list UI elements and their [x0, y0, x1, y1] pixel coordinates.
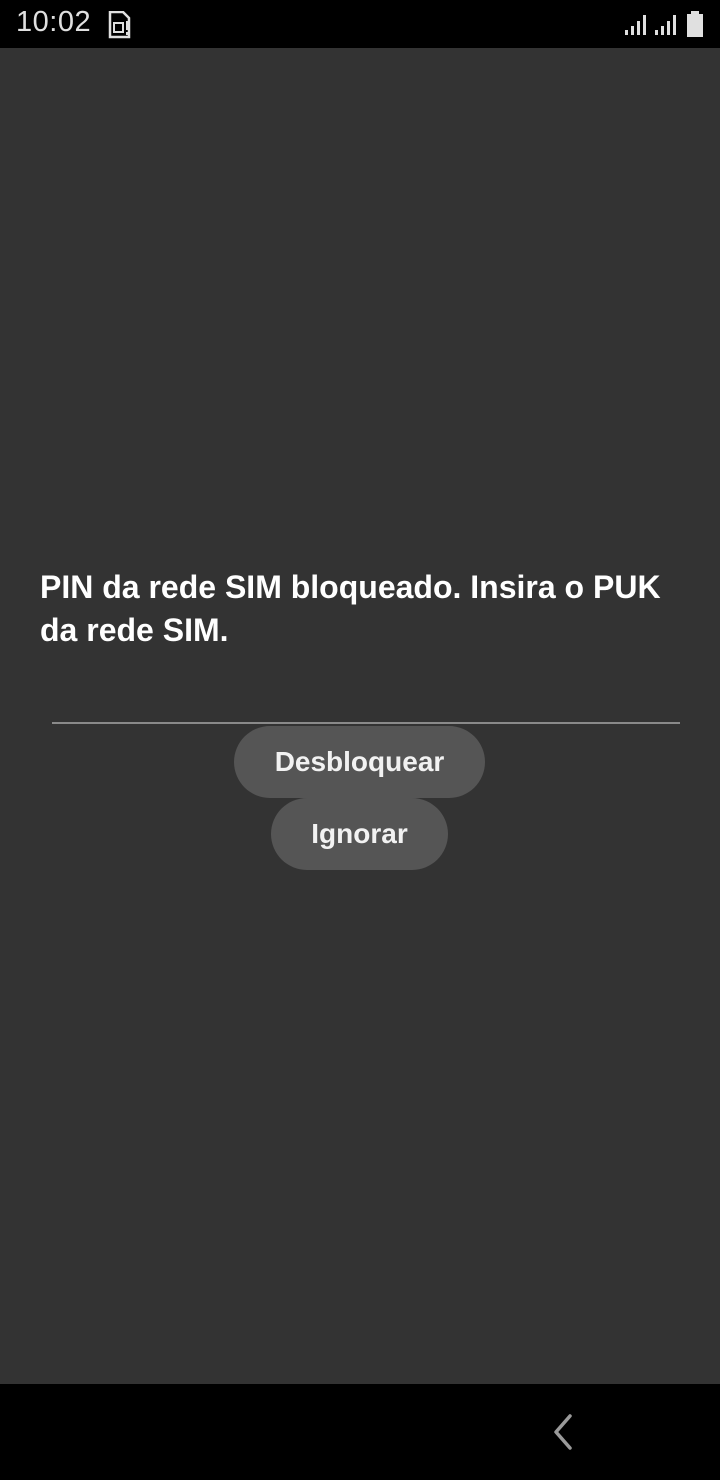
status-time: 10:02 — [16, 6, 92, 38]
status-bar: 10:02 — [0, 0, 720, 48]
signal-icon — [655, 15, 676, 35]
back-icon[interactable] — [546, 1412, 580, 1452]
sim-lock-screen: 10:02 PIN da rede SIM bloqueado. Insira … — [0, 0, 720, 1480]
navigation-bar — [0, 1384, 720, 1480]
sim-card-alert-icon — [108, 11, 131, 39]
unlock-button[interactable]: Desbloquear — [234, 726, 485, 798]
ignore-button[interactable]: Ignorar — [271, 798, 448, 870]
signal-icon — [625, 15, 646, 35]
puk-input[interactable] — [52, 680, 680, 724]
sim-lock-message: PIN da rede SIM bloqueado. Insira o PUK … — [40, 569, 661, 648]
battery-icon — [687, 11, 703, 37]
